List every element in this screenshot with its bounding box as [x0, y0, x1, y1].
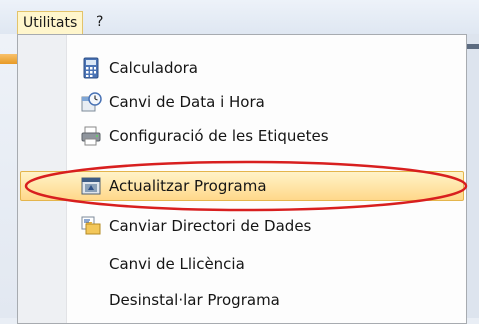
menu-item-calculadora[interactable]: Calculadora [20, 53, 464, 83]
menu-item-label: Configuració de les Etiquetes [109, 127, 329, 145]
menu-item-label: Canvi de Llicència [109, 255, 245, 273]
utilitats-dropdown-menu: Calculadora Canvi de Data i Hora Configu… [17, 34, 467, 324]
menu-item-label: Desinstal·lar Programa [109, 291, 280, 309]
menu-item-canviar-directori[interactable]: Canviar Directori de Dades [20, 211, 464, 241]
update-icon [80, 175, 102, 197]
folder-swap-icon [80, 215, 102, 237]
menu-item-configuracio-etiquetes[interactable]: Configuració de les Etiquetes [20, 121, 464, 151]
menu-item-label: Calculadora [109, 59, 199, 77]
clock-icon [80, 91, 102, 113]
menu-bar: Utilitats ? [0, 0, 479, 34]
menu-item-canvi-data-hora[interactable]: Canvi de Data i Hora [20, 87, 464, 117]
menu-item-desinstallar-programa[interactable]: Desinstal·lar Programa [20, 285, 464, 315]
background-app-edge [467, 34, 479, 318]
menu-help[interactable]: ? [91, 11, 108, 34]
menu-item-label: Canviar Directori de Dades [109, 217, 312, 235]
menu-item-label: Canvi de Data i Hora [109, 93, 265, 111]
menu-item-actualitzar-programa[interactable]: Actualitzar Programa [20, 171, 464, 201]
menu-item-canvi-llicencia[interactable]: Canvi de Llicència [20, 249, 464, 279]
background-app-divider [467, 44, 479, 49]
label-printer-icon [80, 125, 102, 147]
menu-utilitats[interactable]: Utilitats [17, 11, 84, 34]
calculator-icon [80, 57, 102, 79]
menu-item-label: Actualitzar Programa [109, 177, 267, 195]
